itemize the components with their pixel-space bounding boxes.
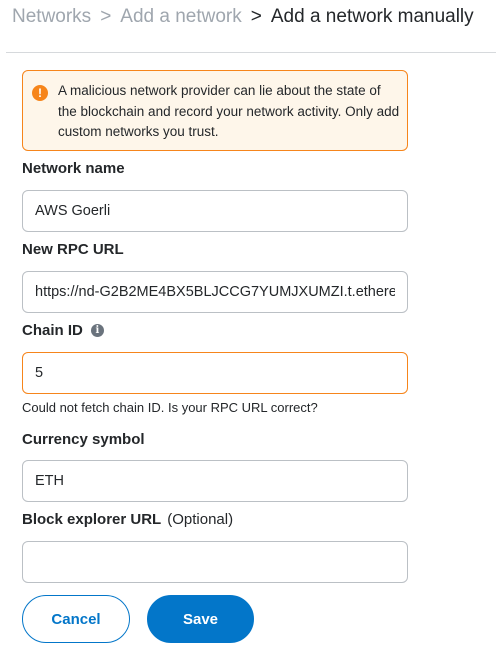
chain-id-label-text: Chain ID	[22, 322, 83, 339]
header-divider	[6, 52, 496, 53]
chain-id-input[interactable]	[22, 352, 408, 394]
page-title: Add a network manually	[270, 6, 474, 27]
breadcrumb: Networks > Add a network > Add a network…	[12, 4, 474, 30]
network-name-label: Network name	[22, 160, 125, 177]
breadcrumb-separator: >	[100, 6, 112, 27]
rpc-url-label: New RPC URL	[22, 241, 124, 258]
currency-symbol-input[interactable]	[22, 460, 408, 502]
breadcrumb-networks[interactable]: Networks	[12, 6, 91, 28]
breadcrumb-add-network[interactable]: Add a network	[120, 6, 241, 28]
cancel-button[interactable]: Cancel	[22, 595, 130, 643]
warning-message: A malicious network provider can lie abo…	[58, 83, 400, 139]
warning-icon: !	[32, 85, 48, 101]
block-explorer-label: Block explorer URL (Optional)	[22, 511, 233, 528]
optional-tag: (Optional)	[167, 511, 234, 528]
network-name-input[interactable]	[22, 190, 408, 232]
info-icon[interactable]: i	[90, 324, 104, 337]
currency-symbol-label: Currency symbol	[22, 431, 145, 448]
currency-symbol-label-text: Currency symbol	[22, 431, 145, 448]
block-explorer-label-text: Block explorer URL	[22, 511, 162, 528]
block-explorer-input[interactable]	[22, 541, 408, 583]
network-name-label-text: Network name	[22, 160, 125, 177]
rpc-url-input[interactable]	[22, 271, 408, 313]
chain-id-error-message: Could not fetch chain ID. Is your RPC UR…	[22, 400, 318, 415]
breadcrumb-separator: >	[250, 6, 262, 27]
security-warning-banner: ! A malicious network provider can lie a…	[22, 70, 408, 151]
rpc-url-label-text: New RPC URL	[22, 241, 124, 258]
save-button[interactable]: Save	[147, 595, 254, 643]
chain-id-label: Chain ID i	[22, 322, 104, 339]
